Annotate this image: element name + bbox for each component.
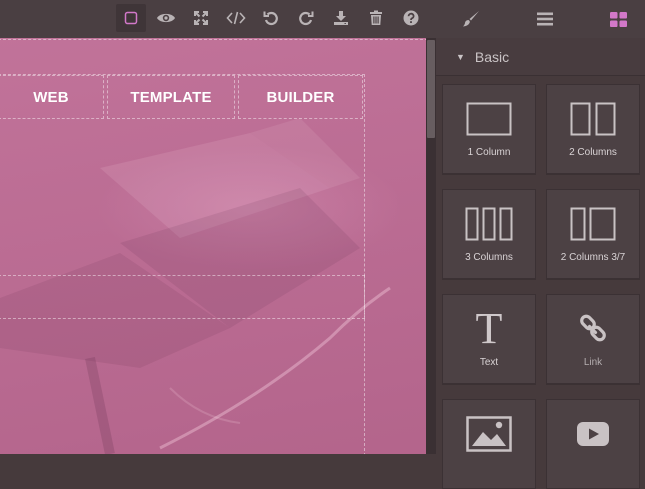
text-icon: T <box>475 304 503 353</box>
hero-row-guide <box>0 275 365 319</box>
redo-button[interactable] <box>291 4 321 32</box>
nav-link-builder[interactable]: BUILDER <box>238 75 363 119</box>
header-section-guide <box>0 74 365 454</box>
block-3-columns[interactable]: 3 Columns <box>442 189 536 279</box>
paintbrush-icon <box>463 11 479 27</box>
sw-visibility-button[interactable] <box>116 4 146 32</box>
block-label: 3 Columns <box>465 252 513 263</box>
one-column-icon <box>443 99 535 139</box>
question-circle-icon <box>403 10 419 26</box>
undo-button[interactable] <box>256 4 286 32</box>
link-icon <box>547 309 639 349</box>
video-icon <box>547 414 639 454</box>
block-label: Text <box>479 357 499 368</box>
block-label: 2 Columns <box>569 147 617 158</box>
code-icon <box>226 11 246 25</box>
block-text[interactable]: T Text <box>442 294 536 384</box>
fullscreen-button[interactable] <box>186 4 216 32</box>
three-columns-icon <box>443 204 535 244</box>
square-outline-icon <box>124 11 138 25</box>
nav-link-template[interactable]: TEMPLATE <box>107 75 235 119</box>
help-button[interactable] <box>396 4 426 32</box>
clear-canvas-button[interactable] <box>361 4 391 32</box>
block-video[interactable] <box>546 399 640 489</box>
image-icon <box>443 414 535 454</box>
two-columns-3-7-icon <box>547 204 639 244</box>
bars-icon <box>537 12 553 26</box>
block-category-basic[interactable]: ▼ Basic <box>436 38 645 76</box>
blocks-tab[interactable] <box>583 0 645 38</box>
th-large-icon <box>609 11 627 27</box>
block-label: Link <box>583 357 603 368</box>
block-1-column[interactable]: 1 Column <box>442 84 536 174</box>
caret-down-icon: ▼ <box>456 51 465 62</box>
undo-icon <box>263 11 278 26</box>
redo-icon <box>299 11 314 26</box>
trash-icon <box>370 10 382 25</box>
block-2-columns[interactable]: 2 Columns <box>546 84 640 174</box>
download-icon <box>334 11 348 25</box>
canvas-scrollbar-thumb[interactable] <box>427 40 435 138</box>
nav-link-web[interactable]: WEB <box>0 75 104 119</box>
block-label: 2 Columns 3/7 <box>560 252 626 263</box>
export-code-button[interactable] <box>221 4 251 32</box>
expand-arrows-icon <box>194 11 208 25</box>
top-toolbar <box>0 0 645 39</box>
block-link[interactable]: Link <box>546 294 640 384</box>
preview-button[interactable] <box>151 4 181 32</box>
block-label: 1 Column <box>467 147 511 158</box>
two-columns-icon <box>547 99 639 139</box>
blocks-panel: ▼ Basic 1 Column 2 Columns 3 Columns 2 C… <box>436 38 645 489</box>
block-2-columns-3-7[interactable]: 2 Columns 3/7 <box>546 189 640 279</box>
layer-manager-tab[interactable] <box>510 0 580 38</box>
editor-canvas[interactable]: WEB TEMPLATE BUILDER <box>0 38 426 454</box>
block-image[interactable] <box>442 399 536 489</box>
style-manager-tab[interactable] <box>436 0 506 38</box>
block-category-title: Basic <box>474 48 510 65</box>
eye-icon <box>157 13 175 23</box>
import-button[interactable] <box>326 4 356 32</box>
